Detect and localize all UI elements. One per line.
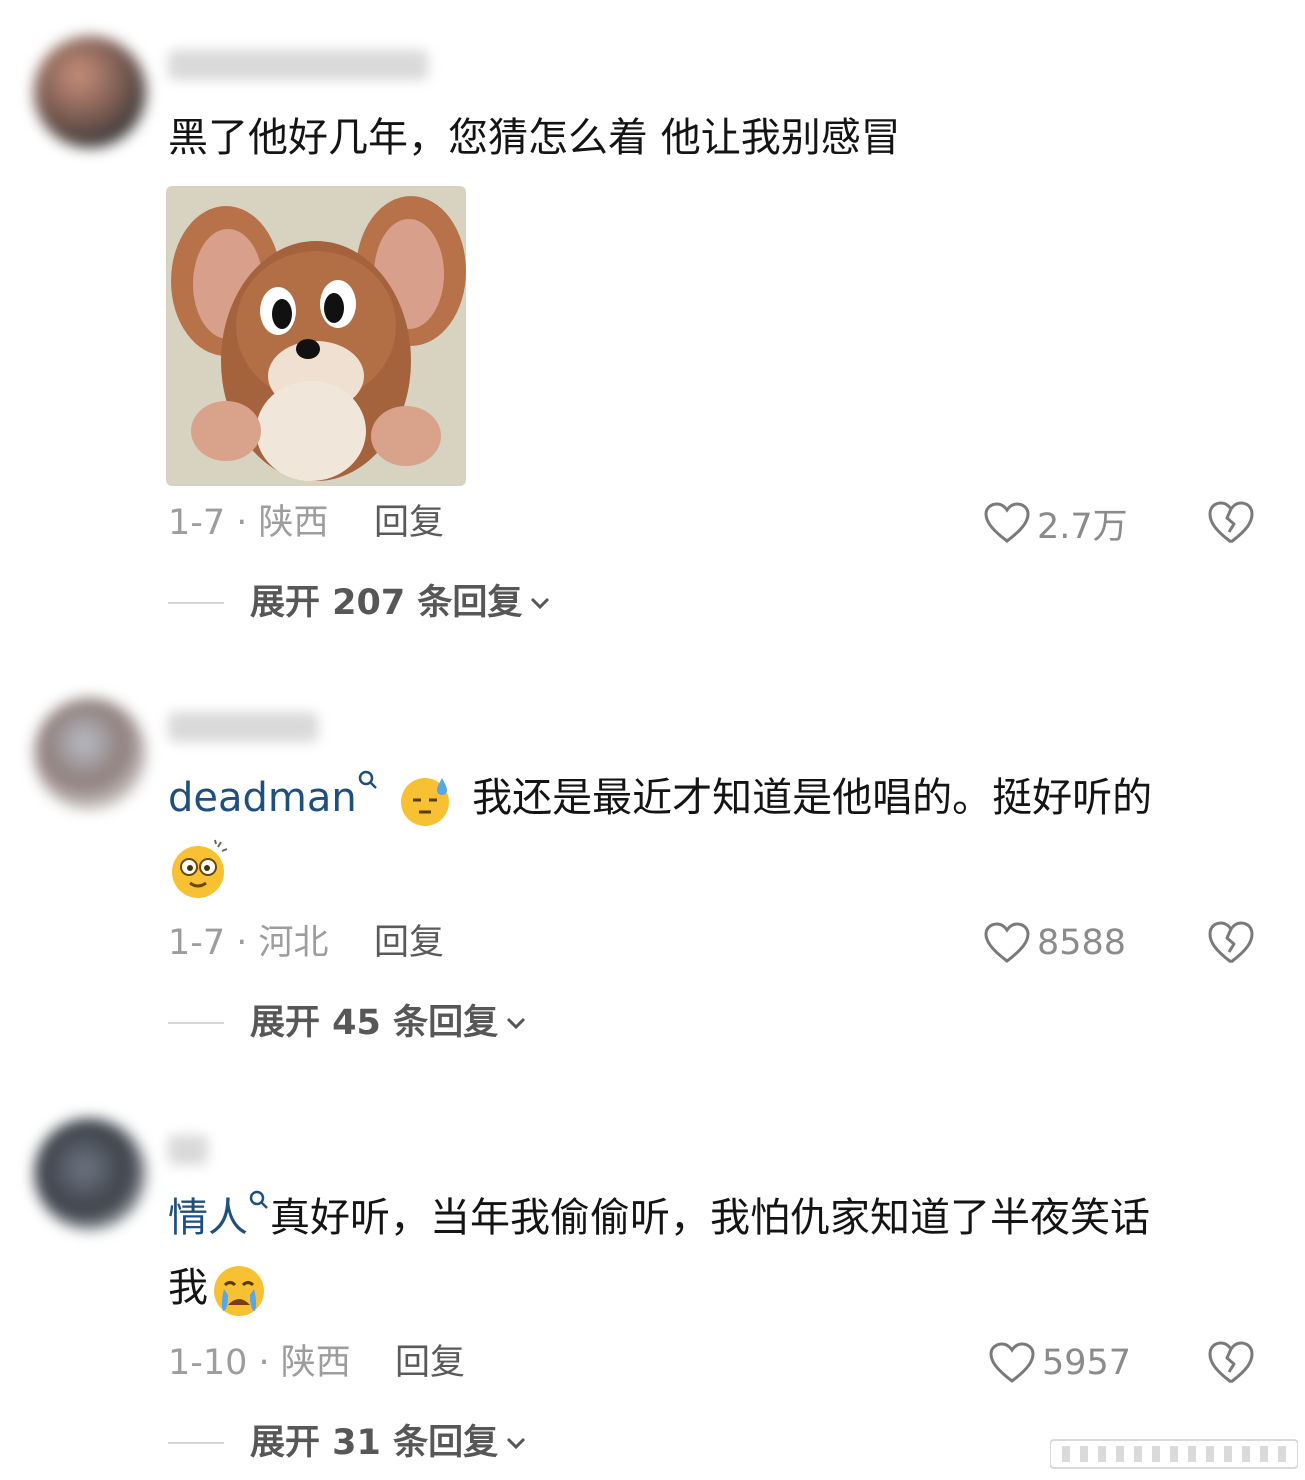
heart-icon [984, 502, 1030, 543]
sweat-smile-emoji [401, 778, 450, 826]
comment-meta: 1-7 · 河北 [168, 923, 329, 963]
heart-icon [984, 922, 1030, 963]
watermark-logo [1050, 1439, 1298, 1469]
search-icon[interactable] [357, 769, 379, 791]
dizzy-face-emoji [172, 839, 228, 898]
mention-link[interactable]: deadman [168, 775, 357, 821]
username-redacted[interactable] [168, 1135, 208, 1165]
expand-divider [168, 1442, 224, 1444]
expand-replies-button[interactable]: 展开 45 条回复 [250, 1001, 528, 1045]
comment-text-body: 我还是最近才知道是他唱的。挺好听的 [472, 775, 1153, 821]
reply-button[interactable]: 回复 [374, 501, 444, 545]
comment-text: 情人 真好听，当年我偷偷听，我怕仇家知道了半夜笑话 我 [168, 1183, 1255, 1323]
comment-text-line2: 我 [168, 1265, 208, 1311]
comment-text: deadman 我还是最近才知道是他唱的。挺好听的 [168, 763, 1255, 903]
chevron-down-icon [507, 1017, 526, 1030]
broken-heart-icon[interactable] [1205, 918, 1257, 968]
chevron-down-icon [531, 597, 550, 610]
like-count: 8588 [1037, 923, 1127, 963]
comment-3: 情人 真好听，当年我偷偷听，我怕仇家知道了半夜笑话 我 1-10 · 陕西 回复 … [0, 1080, 1305, 1480]
username-redacted[interactable] [168, 712, 318, 742]
comment-meta: 1-7 · 陕西 [168, 503, 329, 543]
comment-meta: 1-10 · 陕西 [168, 1343, 351, 1383]
avatar[interactable] [34, 698, 146, 810]
chevron-down-icon [507, 1437, 526, 1450]
broken-heart-icon[interactable] [1205, 498, 1257, 548]
avatar[interactable] [34, 1118, 146, 1230]
expand-replies-label: 展开 31 条回复 [250, 1423, 499, 1463]
heart-icon [989, 1342, 1035, 1383]
expand-replies-button[interactable]: 展开 31 条回复 [250, 1421, 528, 1465]
reply-button[interactable]: 回复 [395, 1341, 465, 1385]
like-count: 2.7万 [1037, 506, 1128, 547]
comment-1: 黑了他好几年，您猜怎么着 他让我别感冒 1-7 · 陕西 回复 2.7万 展开 … [0, 0, 1305, 660]
expand-replies-label: 展开 45 条回复 [250, 1003, 499, 1043]
like-button[interactable]: 5957 [988, 1338, 1131, 1388]
reply-button[interactable]: 回复 [374, 921, 444, 965]
like-button[interactable]: 2.7万 [983, 498, 1128, 548]
like-count: 5957 [1042, 1343, 1132, 1383]
username-redacted[interactable] [168, 50, 428, 80]
broken-heart-icon[interactable] [1205, 1338, 1257, 1388]
expand-replies-label: 展开 207 条回复 [250, 583, 523, 623]
jerry-mouse-sticker[interactable] [166, 186, 466, 486]
comment-2: deadman 我还是最近才知道是他唱的。挺好听的 1-7 · 河北 回复 85… [0, 660, 1305, 1080]
comment-text: 黑了他好几年，您猜怎么着 他让我别感冒 [168, 103, 1255, 173]
expand-replies-button[interactable]: 展开 207 条回复 [250, 581, 552, 625]
mention-link[interactable]: 情人 [168, 1195, 248, 1241]
comment-text-body: 真好听，当年我偷偷听，我怕仇家知道了半夜笑话 [270, 1195, 1150, 1241]
like-button[interactable]: 8588 [983, 918, 1126, 968]
comment-text-body: 黑了他好几年，您猜怎么着 他让我别感冒 [168, 115, 901, 161]
expand-divider [168, 1022, 224, 1024]
search-icon[interactable] [248, 1189, 270, 1211]
expand-divider [168, 602, 224, 604]
avatar[interactable] [34, 36, 146, 148]
crying-face-emoji [214, 1266, 264, 1316]
